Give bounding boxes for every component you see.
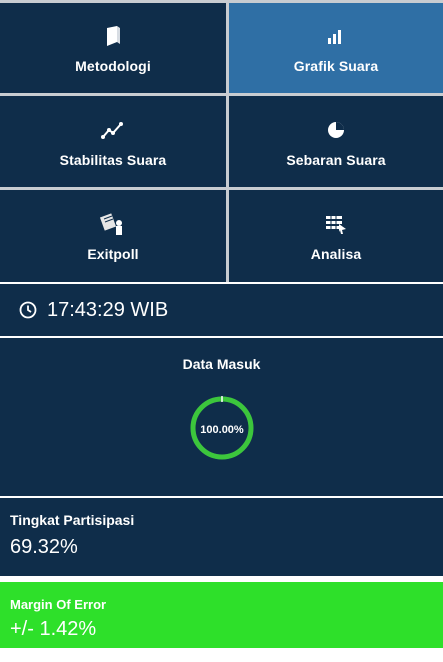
tile-metodologi[interactable]: Metodologi <box>0 3 226 93</box>
data-masuk-gauge: 100.00% <box>190 396 254 460</box>
line-trend-icon <box>99 116 127 144</box>
participation-label: Tingkat Partisipasi <box>10 512 135 528</box>
book-icon <box>99 22 127 50</box>
tile-grafik-suara[interactable]: Grafik Suara <box>229 3 443 93</box>
tile-label: Stabilitas Suara <box>59 151 167 168</box>
margin-error-value: +/- 1.42% <box>10 618 97 640</box>
analysis-icon <box>322 210 350 238</box>
menu-grid: Metodologi Grafik Suara Stabilitas Suara… <box>0 3 443 282</box>
data-masuk-title: Data Masuk <box>182 356 261 372</box>
margin-error-panel: Margin Of Error +/- 1.42% <box>0 582 443 648</box>
tile-analisa[interactable]: Analisa <box>229 190 443 282</box>
tile-label: Sebaran Suara <box>286 151 386 168</box>
bar-chart-icon <box>322 22 350 50</box>
participation-panel: Tingkat Partisipasi 69.32% <box>0 498 443 576</box>
tile-exitpoll[interactable]: Exitpoll <box>0 190 226 282</box>
tile-label: Grafik Suara <box>293 58 379 74</box>
tile-label: Exitpoll <box>87 246 139 262</box>
tile-label: Metodologi <box>75 58 151 74</box>
tile-sebaran-suara[interactable]: Sebaran Suara <box>229 96 443 187</box>
tile-label: Analisa <box>310 246 362 262</box>
gauge-percent-label: 100.00% <box>200 424 244 436</box>
clock-time: 17:43:29 WIB <box>47 298 169 321</box>
margin-error-label: Margin Of Error <box>10 597 107 612</box>
clock-icon <box>19 301 37 319</box>
pie-chart-icon <box>322 116 350 144</box>
exitpoll-icon <box>99 210 127 238</box>
clock-bar: 17:43:29 WIB <box>0 284 443 336</box>
participation-value: 69.32% <box>10 536 78 558</box>
tile-stabilitas-suara[interactable]: Stabilitas Suara <box>0 96 226 187</box>
